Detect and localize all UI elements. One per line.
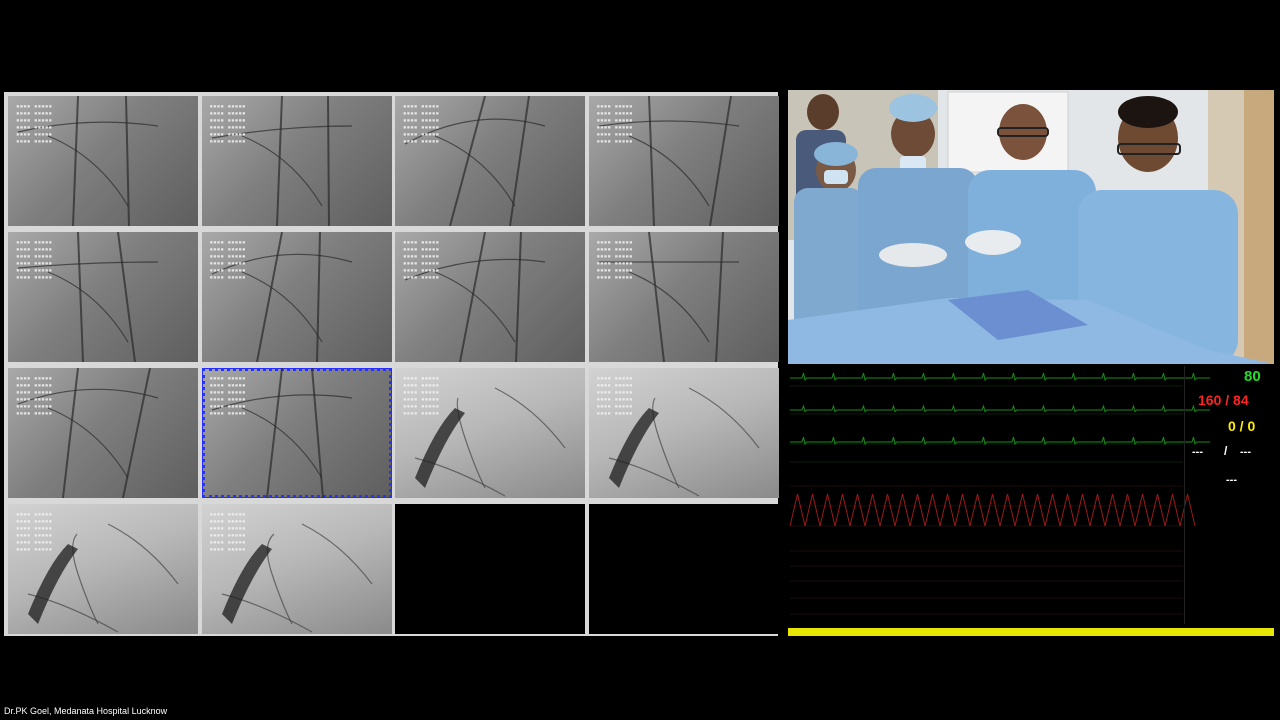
angio-thumbnail[interactable]: ▪▪▪▪ ▪▪▪▪▪ ▪▪▪▪ ▪▪▪▪▪ ▪▪▪▪ ▪▪▪▪▪ ▪▪▪▪ ▪▪…	[8, 232, 198, 362]
angio-overlay-text: ▪▪▪▪ ▪▪▪▪▪ ▪▪▪▪ ▪▪▪▪▪ ▪▪▪▪ ▪▪▪▪▪ ▪▪▪▪ ▪▪…	[16, 239, 53, 281]
angio-thumbnail[interactable]: ▪▪▪▪ ▪▪▪▪▪ ▪▪▪▪ ▪▪▪▪▪ ▪▪▪▪ ▪▪▪▪▪ ▪▪▪▪ ▪▪…	[395, 96, 585, 226]
angio-overlay-text: ▪▪▪▪ ▪▪▪▪▪ ▪▪▪▪ ▪▪▪▪▪ ▪▪▪▪ ▪▪▪▪▪ ▪▪▪▪ ▪▪…	[16, 375, 53, 417]
dash-slash: /	[1224, 444, 1228, 458]
angio-overlay-text: ▪▪▪▪ ▪▪▪▪▪ ▪▪▪▪ ▪▪▪▪▪ ▪▪▪▪ ▪▪▪▪▪ ▪▪▪▪ ▪▪…	[596, 239, 633, 281]
angio-thumbnail[interactable]: ▪▪▪▪ ▪▪▪▪▪ ▪▪▪▪ ▪▪▪▪▪ ▪▪▪▪ ▪▪▪▪▪ ▪▪▪▪ ▪▪…	[588, 232, 779, 362]
secondary-pressure-value: 0 / 0	[1228, 418, 1256, 434]
angio-overlay-text: ▪▪▪▪ ▪▪▪▪▪ ▪▪▪▪ ▪▪▪▪▪ ▪▪▪▪ ▪▪▪▪▪ ▪▪▪▪ ▪▪…	[596, 103, 633, 145]
dash-bottom: ---	[1226, 474, 1237, 486]
angio-overlay-text: ▪▪▪▪ ▪▪▪▪▪ ▪▪▪▪ ▪▪▪▪▪ ▪▪▪▪ ▪▪▪▪▪ ▪▪▪▪ ▪▪…	[403, 103, 440, 145]
hemodynamic-monitor: 80 160 / 84 0 / 0 --- / --- ---	[788, 366, 1274, 638]
angio-thumbnail[interactable]: ▪▪▪▪ ▪▪▪▪▪ ▪▪▪▪ ▪▪▪▪▪ ▪▪▪▪ ▪▪▪▪▪ ▪▪▪▪ ▪▪…	[201, 96, 392, 226]
angio-overlay-text: ▪▪▪▪ ▪▪▪▪▪ ▪▪▪▪ ▪▪▪▪▪ ▪▪▪▪ ▪▪▪▪▪ ▪▪▪▪ ▪▪…	[403, 375, 440, 417]
angio-overlay-text: ▪▪▪▪ ▪▪▪▪▪ ▪▪▪▪ ▪▪▪▪▪ ▪▪▪▪ ▪▪▪▪▪ ▪▪▪▪ ▪▪…	[209, 103, 246, 145]
angio-overlay-text: ▪▪▪▪ ▪▪▪▪▪ ▪▪▪▪ ▪▪▪▪▪ ▪▪▪▪ ▪▪▪▪▪ ▪▪▪▪ ▪▪…	[403, 239, 440, 281]
angio-thumbnail	[395, 504, 585, 634]
angio-thumbnail[interactable]: ▪▪▪▪ ▪▪▪▪▪ ▪▪▪▪ ▪▪▪▪▪ ▪▪▪▪ ▪▪▪▪▪ ▪▪▪▪ ▪▪…	[8, 368, 198, 498]
blood-pressure-value: 160 / 84	[1198, 392, 1249, 408]
angio-thumbnail[interactable]: ▪▪▪▪ ▪▪▪▪▪ ▪▪▪▪ ▪▪▪▪▪ ▪▪▪▪ ▪▪▪▪▪ ▪▪▪▪ ▪▪…	[8, 96, 198, 226]
presenter-caption: Dr.PK Goel, Medanata Hospital Lucknow	[4, 706, 168, 716]
angio-overlay-text: ▪▪▪▪ ▪▪▪▪▪ ▪▪▪▪ ▪▪▪▪▪ ▪▪▪▪ ▪▪▪▪▪ ▪▪▪▪ ▪▪…	[16, 511, 53, 553]
angio-thumbnail[interactable]: ▪▪▪▪ ▪▪▪▪▪ ▪▪▪▪ ▪▪▪▪▪ ▪▪▪▪ ▪▪▪▪▪ ▪▪▪▪ ▪▪…	[588, 368, 779, 498]
angio-overlay-text: ▪▪▪▪ ▪▪▪▪▪ ▪▪▪▪ ▪▪▪▪▪ ▪▪▪▪ ▪▪▪▪▪ ▪▪▪▪ ▪▪…	[209, 375, 246, 417]
angio-thumbnail[interactable]: ▪▪▪▪ ▪▪▪▪▪ ▪▪▪▪ ▪▪▪▪▪ ▪▪▪▪ ▪▪▪▪▪ ▪▪▪▪ ▪▪…	[201, 232, 392, 362]
angio-overlay-text: ▪▪▪▪ ▪▪▪▪▪ ▪▪▪▪ ▪▪▪▪▪ ▪▪▪▪ ▪▪▪▪▪ ▪▪▪▪ ▪▪…	[209, 239, 246, 281]
angio-thumbnail[interactable]: ▪▪▪▪ ▪▪▪▪▪ ▪▪▪▪ ▪▪▪▪▪ ▪▪▪▪ ▪▪▪▪▪ ▪▪▪▪ ▪▪…	[201, 504, 392, 634]
video-feed	[788, 90, 1274, 364]
dash-right: ---	[1240, 446, 1251, 458]
angio-overlay-text: ▪▪▪▪ ▪▪▪▪▪ ▪▪▪▪ ▪▪▪▪▪ ▪▪▪▪ ▪▪▪▪▪ ▪▪▪▪ ▪▪…	[209, 511, 246, 553]
angio-thumbnail	[588, 504, 779, 634]
angio-thumbnail[interactable]: ▪▪▪▪ ▪▪▪▪▪ ▪▪▪▪ ▪▪▪▪▪ ▪▪▪▪ ▪▪▪▪▪ ▪▪▪▪ ▪▪…	[588, 96, 779, 226]
angio-thumbnail[interactable]: ▪▪▪▪ ▪▪▪▪▪ ▪▪▪▪ ▪▪▪▪▪ ▪▪▪▪ ▪▪▪▪▪ ▪▪▪▪ ▪▪…	[395, 232, 585, 362]
angio-thumbnail[interactable]: ▪▪▪▪ ▪▪▪▪▪ ▪▪▪▪ ▪▪▪▪▪ ▪▪▪▪ ▪▪▪▪▪ ▪▪▪▪ ▪▪…	[8, 504, 198, 634]
angiography-grid: ▪▪▪▪ ▪▪▪▪▪ ▪▪▪▪ ▪▪▪▪▪ ▪▪▪▪ ▪▪▪▪▪ ▪▪▪▪ ▪▪…	[4, 92, 779, 636]
angio-thumbnail[interactable]: ▪▪▪▪ ▪▪▪▪▪ ▪▪▪▪ ▪▪▪▪▪ ▪▪▪▪ ▪▪▪▪▪ ▪▪▪▪ ▪▪…	[201, 368, 392, 498]
angio-thumbnail[interactable]: ▪▪▪▪ ▪▪▪▪▪ ▪▪▪▪ ▪▪▪▪▪ ▪▪▪▪ ▪▪▪▪▪ ▪▪▪▪ ▪▪…	[395, 368, 585, 498]
heart-rate-value: 80	[1244, 368, 1261, 385]
angio-overlay-text: ▪▪▪▪ ▪▪▪▪▪ ▪▪▪▪ ▪▪▪▪▪ ▪▪▪▪ ▪▪▪▪▪ ▪▪▪▪ ▪▪…	[596, 375, 633, 417]
angio-overlay-text: ▪▪▪▪ ▪▪▪▪▪ ▪▪▪▪ ▪▪▪▪▪ ▪▪▪▪ ▪▪▪▪▪ ▪▪▪▪ ▪▪…	[16, 103, 53, 145]
dash-left: ---	[1192, 446, 1203, 458]
video-feed-image	[788, 90, 1274, 364]
